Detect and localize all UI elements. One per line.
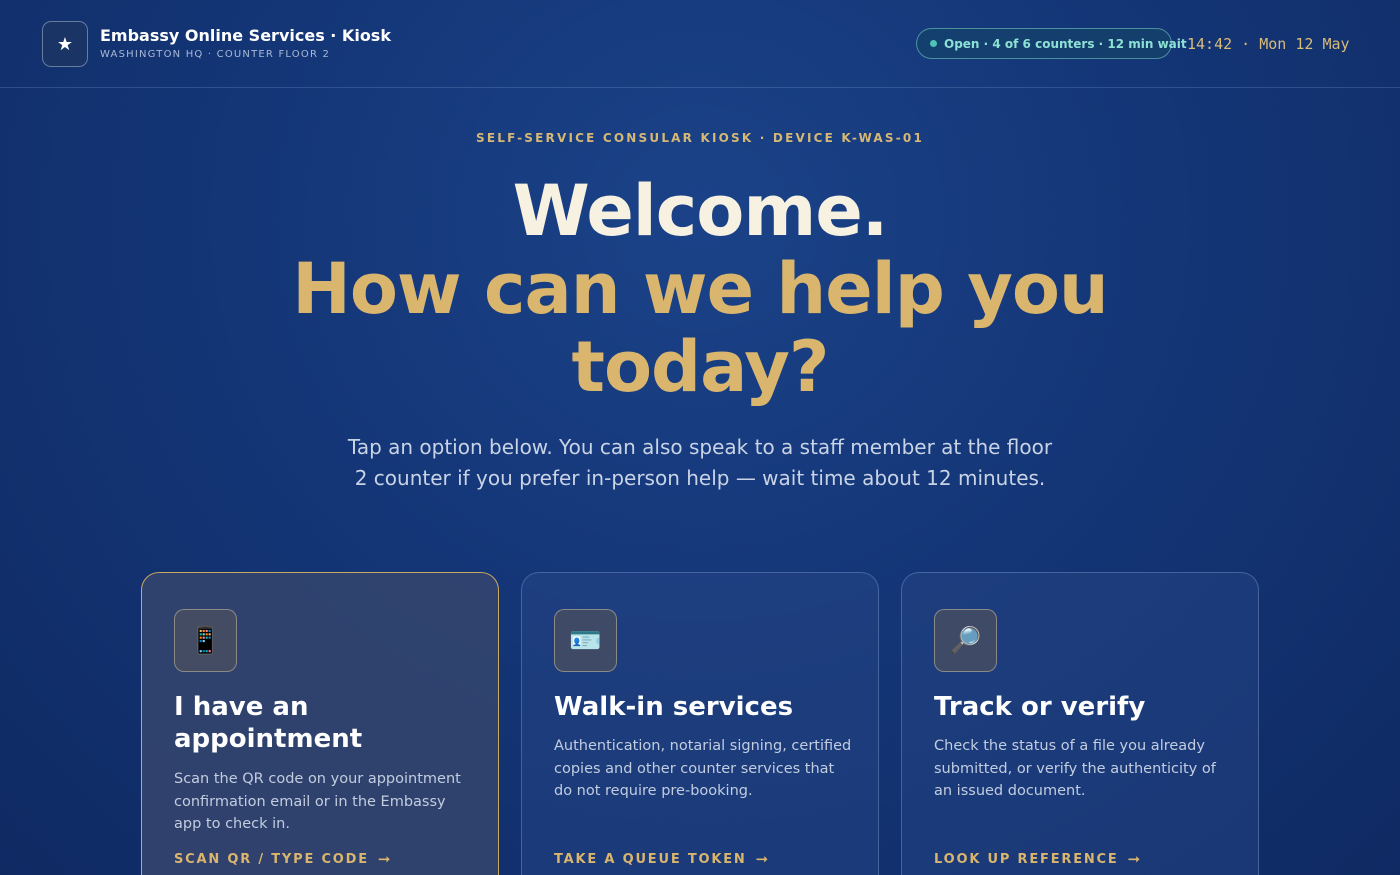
card-action-label: SCAN QR / TYPE CODE xyxy=(174,851,369,867)
card-description: Scan the QR code on your appointment con… xyxy=(174,771,461,832)
card-title: Track or verify xyxy=(934,692,1146,722)
mobile-phone-icon: 📱 xyxy=(174,609,237,672)
page-title-question: How can we help you today? xyxy=(292,248,1109,408)
take-queue-token-button[interactable]: TAKE A QUEUE TOKEN ➞ xyxy=(554,850,768,868)
status-text: Open · 4 of 6 counters · 12 min wait xyxy=(944,36,1187,51)
id-card-icon: 🪪 xyxy=(554,609,617,672)
kiosk-header: ★ Embassy Online Services · Kiosk WASHIN… xyxy=(0,0,1400,88)
arrow-right-icon: ➞ xyxy=(377,850,391,868)
clock: 14:42 · Mon 12 May xyxy=(1187,35,1350,53)
card-title: Walk-in services xyxy=(554,692,794,722)
arrow-right-icon: ➞ xyxy=(755,850,769,868)
hero-description: Tap an option below. You can also speak … xyxy=(347,435,1053,490)
look-up-reference-button[interactable]: LOOK UP REFERENCE ➞ xyxy=(934,850,1140,868)
star-icon: ★ xyxy=(42,21,88,67)
card-description: Check the status of a file you already s… xyxy=(934,738,1216,799)
card-glyph: 🔎 xyxy=(949,625,982,656)
status-dot-icon xyxy=(930,40,937,47)
card-title: I have an appointment xyxy=(174,692,363,754)
walk-in-card[interactable]: 🪪 Walk-in services Authentication, notar… xyxy=(521,572,879,875)
scan-qr-button[interactable]: SCAN QR / TYPE CODE ➞ xyxy=(174,850,391,868)
app-title: Embassy Online Services · Kiosk xyxy=(100,26,391,45)
page-title: Welcome. How can we help you today? xyxy=(200,172,1200,406)
magnifier-icon: 🔎 xyxy=(934,609,997,672)
card-description: Authentication, notarial signing, certif… xyxy=(554,738,852,799)
card-action-label: TAKE A QUEUE TOKEN xyxy=(554,851,747,867)
arrow-right-icon: ➞ xyxy=(1127,850,1141,868)
card-glyph: 📱 xyxy=(189,625,222,656)
logo-glyph: ★ xyxy=(56,33,74,55)
kiosk-eyebrow: SELF-SERVICE CONSULAR KIOSK · DEVICE K-W… xyxy=(475,131,924,145)
status-badge: Open · 4 of 6 counters · 12 min wait xyxy=(916,28,1187,59)
app-subtitle: WASHINGTON HQ · COUNTER FLOOR 2 xyxy=(100,49,331,60)
appointment-card[interactable]: 📱 I have an appointment Scan the QR code… xyxy=(141,572,499,875)
card-action-label: LOOK UP REFERENCE xyxy=(934,851,1119,867)
card-glyph: 🪪 xyxy=(569,625,602,656)
page-title-welcome: Welcome. xyxy=(512,170,889,252)
track-verify-card[interactable]: 🔎 Track or verify Check the status of a … xyxy=(901,572,1259,875)
